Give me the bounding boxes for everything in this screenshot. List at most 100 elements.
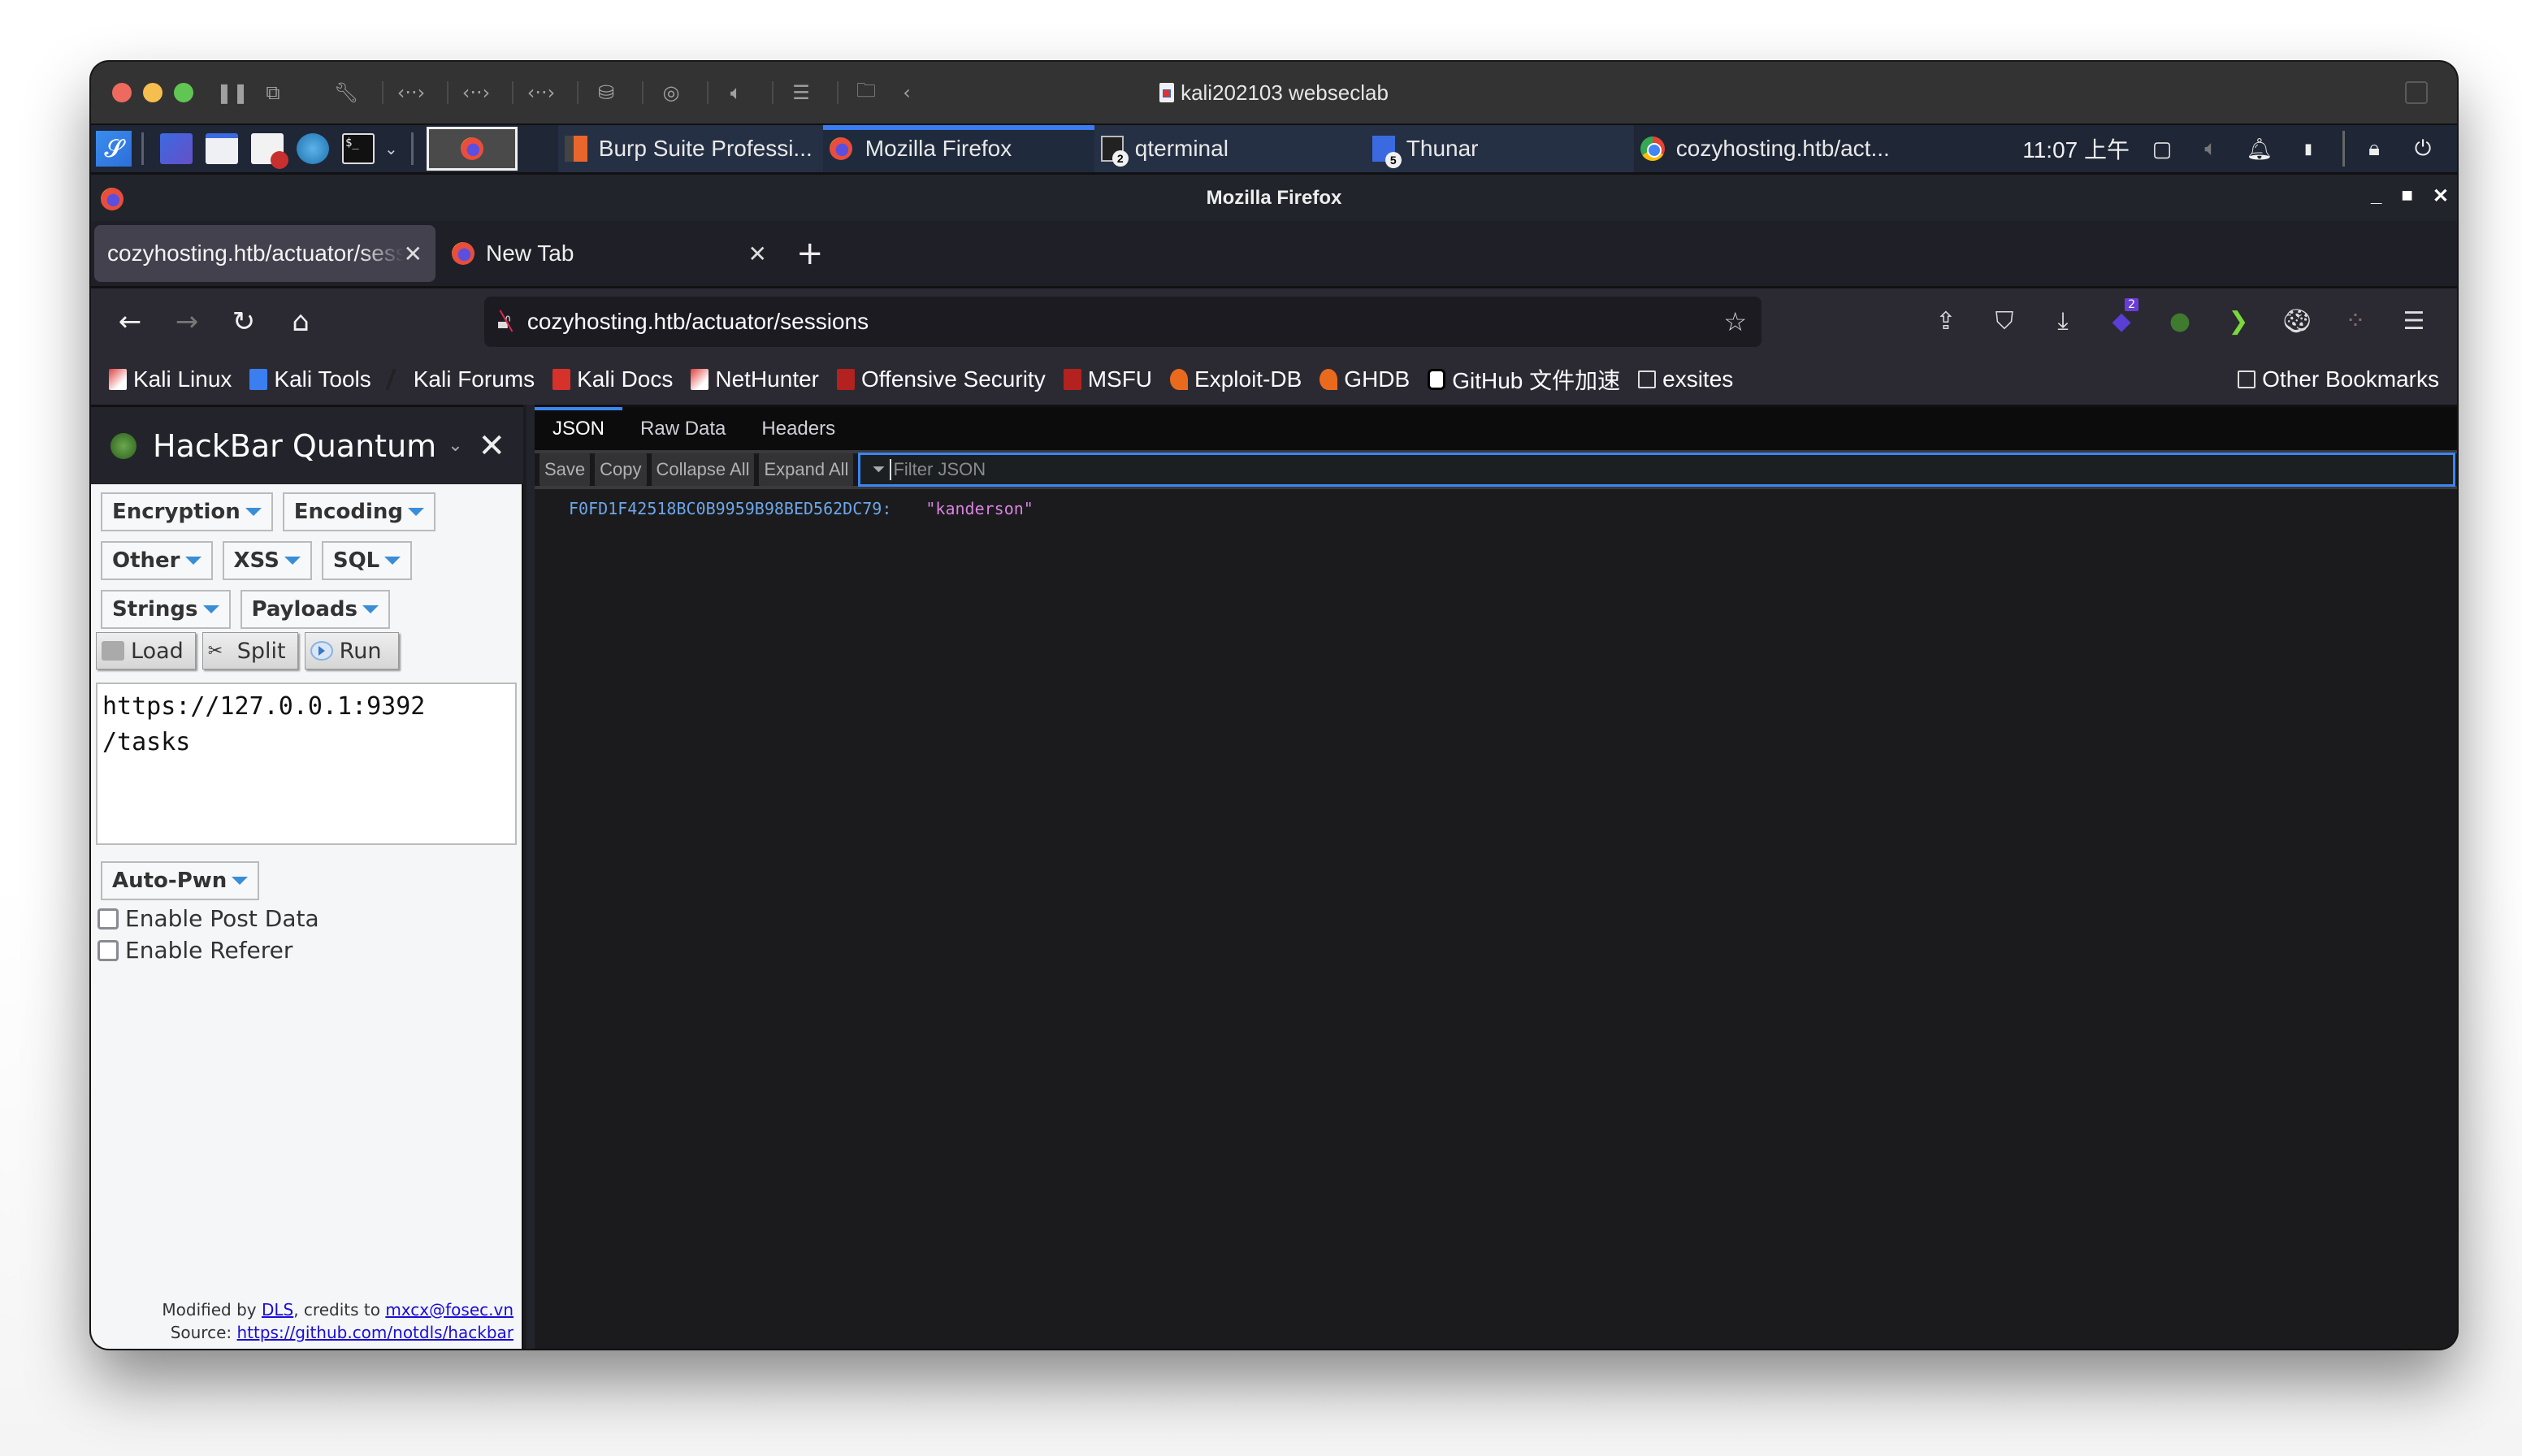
expand-all-button[interactable]: Expand All [759,453,854,486]
disk-icon[interactable]: ⛁ [590,76,622,109]
sound-icon[interactable]: 🔈︎ [720,76,752,109]
collapse-all-button[interactable]: Collapse All [651,453,755,486]
close-sidebar-icon[interactable]: ✕ [478,427,505,465]
task-burp-suite[interactable]: Burp Suite Professi... [557,125,823,172]
task-thunar[interactable]: 5 Thunar [1365,125,1634,172]
bookmark-exploit-db[interactable]: Exploit-DB [1170,366,1302,392]
network-icon[interactable]: ‹··› [460,76,492,109]
close-window-button[interactable] [112,83,132,102]
checkbox[interactable] [98,939,119,961]
forward-button[interactable]: → [164,299,210,344]
chevron-down-icon[interactable]: ⌄ [384,139,398,158]
settings-wrench-icon[interactable]: 🔧︎ [330,76,362,109]
downloads-icon[interactable]: ⤓ [2043,300,2083,342]
chevron-down-icon[interactable]: ⌄ [448,436,462,456]
source-link[interactable]: https://github.com/notdls/hackbar [237,1323,514,1342]
new-tab-button[interactable]: + [796,235,824,272]
insecure-lock-icon[interactable]: 🔓︎ [497,309,511,335]
back-button[interactable]: ← [107,299,153,344]
tab-actuator-sessions[interactable]: cozyhosting.htb/actuator/sessions ✕ [94,225,436,282]
run-button[interactable]: Run [304,632,399,670]
close-tab-icon[interactable]: ✕ [748,240,767,267]
tab-headers[interactable]: Headers [743,407,853,450]
network-icon[interactable]: ‹··› [525,76,557,109]
save-button[interactable]: Save [540,453,591,486]
encoding-dropdown[interactable]: Encoding [282,492,436,531]
logout-icon[interactable]: ⏻ [2408,134,2438,163]
close-tab-icon[interactable]: ✕ [404,240,422,267]
zoom-window-button[interactable] [174,83,193,102]
display-icon[interactable]: ▢ [2147,134,2177,163]
task-qterminal[interactable]: 2 qterminal [1094,125,1366,172]
minimize-icon[interactable]: _ [2371,184,2381,208]
extension-icon[interactable]: ◆ 2 [2101,298,2142,342]
sql-dropdown[interactable]: SQL [321,541,413,580]
battery-icon[interactable]: ▮ [2294,134,2323,163]
autopwn-dropdown[interactable]: Auto-Pwn [101,861,260,900]
enable-post-data-checkbox[interactable]: Enable Post Data [98,905,522,932]
bookmark-star-icon[interactable]: ☆ [1723,306,1747,337]
collapse-icon[interactable]: ‹ [890,76,923,109]
foxyproxy-icon[interactable]: ⁘ [2335,300,2376,342]
volume-icon[interactable]: 🔈︎ [2196,134,2225,163]
url-text[interactable]: cozyhosting.htb/actuator/sessions [527,309,869,335]
xss-dropdown[interactable]: XSS [222,541,312,580]
encryption-dropdown[interactable]: Encryption [101,492,273,531]
lock-screen-icon[interactable]: 🔒︎ [2360,134,2389,163]
bookmark-offensive-security[interactable]: Offensive Security [837,366,1046,392]
copy-button[interactable]: Copy [595,453,647,486]
bookmark-kali-forums[interactable]: Kali Forums [385,366,535,392]
sidebar-title[interactable]: HackBar Quantum [153,428,436,464]
hackbar-extension-icon[interactable]: ● [2160,300,2200,342]
bookmark-ghdb[interactable]: GHDB [1320,366,1410,392]
filter-json-field[interactable]: ⏷ [858,453,2455,487]
notification-bell-icon[interactable]: 🔔︎ [2245,134,2274,163]
bookmark-nethunter[interactable]: NetHunter [691,366,819,392]
restore-icon[interactable] [2405,81,2428,104]
tab-new-tab[interactable]: New Tab ✕ [439,225,780,282]
reload-button[interactable]: ↻ [221,299,266,344]
snapshot-icon[interactable]: ⧉ [257,76,289,109]
network-icon[interactable]: ‹··› [395,76,427,109]
enable-referer-checkbox[interactable]: Enable Referer [98,937,522,964]
wappalyzer-icon[interactable]: ❯ [2218,300,2259,342]
bookmark-github-accel[interactable]: GitHub 文件加速 [1428,363,1620,396]
desktop-icon[interactable] [160,133,193,164]
tab-raw-data[interactable]: Raw Data [622,407,743,450]
load-button[interactable]: Load [96,632,196,670]
split-button[interactable]: ✂ Split [202,632,298,670]
text-editor-icon[interactable] [251,133,288,169]
bookmark-kali-linux[interactable]: Kali Linux [109,366,232,392]
email-link[interactable]: mxcx@fosec.vn [385,1300,514,1320]
storage-icon[interactable]: ☰ [785,76,817,109]
other-dropdown[interactable]: Other [101,541,213,580]
maximize-icon[interactable]: ■ [2401,184,2413,208]
cookie-icon[interactable]: 🍪︎ [2277,300,2317,342]
checkbox[interactable] [98,908,119,930]
shared-folder-icon[interactable]: 🗀 [850,76,882,109]
firefox-view-icon[interactable]: ⇪ [1926,300,1966,342]
file-manager-icon[interactable] [206,133,238,164]
json-row[interactable]: F0FD1F42518BC0B9959B98BED562DC79: "kande… [569,499,2457,518]
workspace-firefox-thumbnail[interactable] [426,127,518,171]
close-icon[interactable]: ✕ [2433,184,2449,208]
payloads-dropdown[interactable]: Payloads [240,590,390,629]
strings-dropdown[interactable]: Strings [101,590,231,629]
cd-icon[interactable]: ◎ [655,76,687,109]
clock[interactable]: 11:07 上午 [2022,132,2130,165]
bookmark-kali-docs[interactable]: Kali Docs [552,366,673,392]
kali-menu-icon[interactable]: 𝓢 [96,131,132,167]
tab-json[interactable]: JSON [535,407,622,450]
task-mozilla-firefox[interactable]: Mozilla Firefox [822,125,1094,172]
filter-json-input[interactable] [890,459,2453,480]
url-textarea[interactable]: https://127.0.0.1:9392 /tasks [96,682,517,845]
task-chrome[interactable]: cozyhosting.htb/act... [1634,125,1896,172]
browser-icon[interactable] [297,133,329,164]
url-bar[interactable]: 🔓︎ cozyhosting.htb/actuator/sessions ☆ [484,297,1762,347]
minimize-window-button[interactable] [143,83,162,102]
menu-hamburger-icon[interactable]: ☰ [2394,300,2434,342]
pause-icon[interactable]: ❚❚ [216,76,249,109]
bookmark-msfu[interactable]: MSFU [1063,366,1152,392]
pocket-icon[interactable]: ⛉ [1984,300,2025,342]
terminal-icon[interactable]: $_ [342,133,375,164]
